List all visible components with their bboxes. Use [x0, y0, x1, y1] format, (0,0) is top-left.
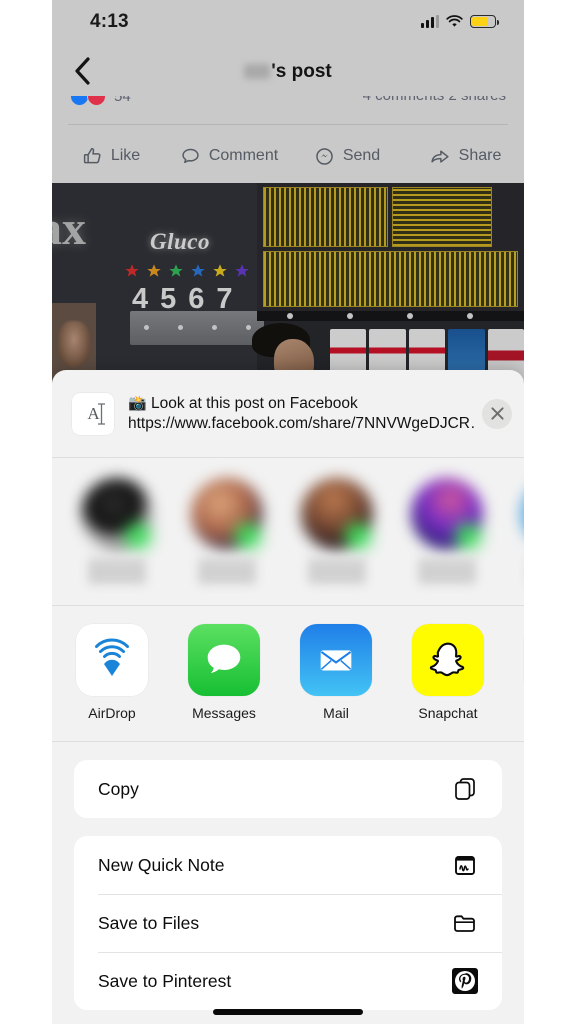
share-label: Share [458, 147, 502, 164]
contact-suggestion[interactable] [298, 478, 376, 584]
folder-icon [450, 908, 480, 938]
contact-name [418, 558, 476, 584]
comment-button[interactable]: Comment [170, 146, 288, 167]
messages-icon [188, 624, 260, 696]
messages-badge-icon [455, 523, 481, 549]
contact-suggestion[interactable] [518, 478, 524, 584]
share-app-label: Mail [323, 705, 349, 721]
share-apps-row[interactable]: AirDrop Messages Mail Snapchat [52, 606, 524, 742]
avatar [301, 478, 373, 550]
contact-suggestion[interactable] [408, 478, 486, 584]
pinterest-icon [450, 966, 480, 996]
share-app-messages[interactable]: Messages [188, 624, 260, 721]
wifi-icon [446, 15, 463, 27]
action-row-new-quick-note[interactable]: New Quick Note [74, 836, 502, 894]
action-label: Save to Pinterest [98, 970, 232, 991]
share-preview-header: A 📸 Look at this post on Facebook https:… [52, 370, 524, 458]
action-label: Copy [98, 778, 139, 799]
share-app-label: AirDrop [88, 705, 136, 721]
facebook-app-chrome: 4:13 's post 54 Like Comment Send Share [52, 0, 524, 183]
share-app-label: Snapchat [418, 705, 478, 721]
action-label: Save to Files [98, 912, 200, 933]
status-bar-time: 4:13 [90, 11, 129, 32]
share-preview-text: 📸 Look at this post on Facebook https://… [128, 394, 474, 434]
post-photo[interactable]: ax Gluco 4567 [52, 183, 524, 383]
status-bar: 4:13 [52, 0, 524, 48]
contact-name [308, 558, 366, 584]
reaction-count: 54 [114, 96, 131, 105]
comments-shares-count[interactable]: 4 comments 2 shares [363, 96, 506, 104]
battery-icon [470, 15, 500, 28]
like-button[interactable]: Like [52, 146, 170, 167]
share-arrow-icon [431, 150, 449, 163]
close-button[interactable] [482, 398, 512, 429]
action-row-save-to-pinterest[interactable]: Save to Pinterest [74, 952, 502, 1010]
messenger-send-icon [316, 147, 333, 165]
love-reaction-icon [87, 96, 106, 106]
share-sheet: A 📸 Look at this post on Facebook https:… [52, 370, 524, 1024]
avatar [191, 478, 263, 550]
contact-suggestion[interactable] [188, 478, 266, 584]
copy-icon [450, 774, 480, 804]
snapchat-icon [412, 624, 484, 696]
avatar [411, 478, 483, 550]
home-indicator[interactable] [213, 1009, 363, 1015]
action-group-save: New Quick Note Save to Files Save to Pin… [74, 836, 502, 1010]
divider [68, 124, 508, 125]
post-stats: 54 4 comments 2 shares [52, 96, 524, 122]
status-bar-indicators [421, 15, 500, 28]
post-action-bar: Like Comment Send Share [52, 132, 524, 180]
comment-label: Comment [208, 147, 279, 164]
cellular-bars-icon [421, 15, 439, 28]
messages-badge-icon [345, 523, 371, 549]
comment-bubble-icon [182, 148, 199, 163]
reaction-summary[interactable]: 54 [70, 96, 131, 106]
airdrop-icon [76, 624, 148, 696]
photo-dim-overlay [52, 183, 524, 383]
share-app-label: Messages [192, 705, 256, 721]
thumbs-up-icon [83, 147, 101, 163]
contact-name [88, 558, 146, 584]
action-row-copy[interactable]: Copy [74, 760, 502, 818]
contact-name [198, 558, 256, 584]
action-label: New Quick Note [98, 854, 225, 875]
send-button[interactable]: Send [288, 146, 406, 167]
page-title: 's post [52, 61, 524, 83]
share-app-mail[interactable]: Mail [300, 624, 372, 721]
suggested-contacts-row[interactable] [52, 458, 524, 606]
blurred-name [244, 64, 271, 79]
share-app-airdrop[interactable]: AirDrop [76, 624, 148, 721]
messages-badge-icon [235, 523, 261, 549]
share-app-snapchat[interactable]: Snapchat [412, 624, 484, 721]
messages-badge-icon [125, 523, 151, 549]
camera-emoji-icon: 📸 [128, 394, 147, 412]
like-label: Like [110, 147, 141, 164]
action-group-copy: Copy [74, 760, 502, 818]
action-row-save-to-files[interactable]: Save to Files [74, 894, 502, 952]
share-button[interactable]: Share [406, 146, 524, 167]
avatar [521, 478, 524, 550]
phone-screen: 4:13 's post 54 Like Comment Send Share … [52, 0, 524, 1024]
mail-icon [300, 624, 372, 696]
contact-suggestion[interactable] [78, 478, 156, 584]
send-label: Send [342, 147, 381, 164]
text-cursor-icon [98, 402, 105, 425]
avatar [81, 478, 153, 550]
share-preview-body: Look at this post on Facebook https://ww… [128, 394, 474, 432]
page-title-suffix: 's post [271, 61, 332, 82]
text-document-icon: A [72, 392, 114, 435]
facebook-navbar: 's post [52, 48, 524, 98]
close-icon [490, 407, 504, 420]
quick-note-icon [450, 850, 480, 880]
